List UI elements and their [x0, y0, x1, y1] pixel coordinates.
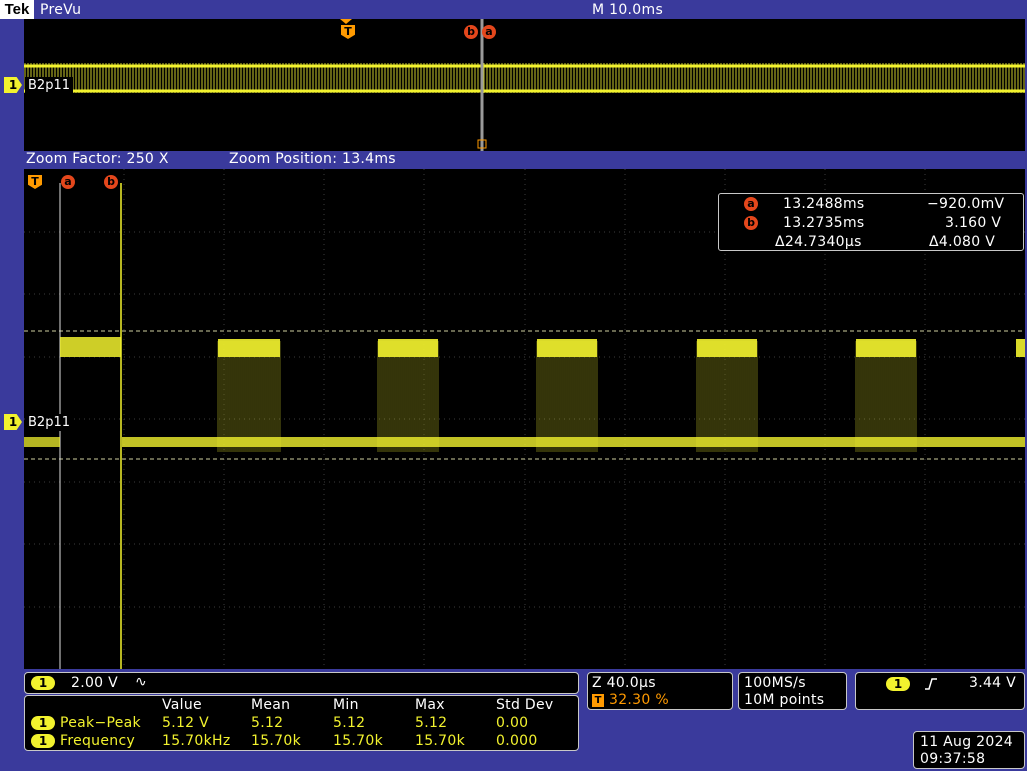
- overview-window[interactable]: T b a: [24, 19, 1025, 151]
- trigger-position-icon: T: [592, 694, 604, 707]
- baseline-segment: [24, 437, 60, 447]
- trigger-panel[interactable]: 1 3.44 V: [855, 672, 1025, 710]
- trigger-position: 32.30 %: [609, 692, 669, 708]
- channel-1-badge: 1: [31, 676, 55, 690]
- meas-row2-stddev: 0.000: [496, 733, 538, 749]
- meas-row1-min: 5.12: [333, 715, 366, 731]
- high-segment: [60, 337, 121, 357]
- datetime-panel: 11 Aug 2024 09:37:58: [913, 731, 1025, 769]
- overview-cursor-b[interactable]: b: [464, 25, 478, 39]
- overview-cursor-a[interactable]: a: [482, 25, 496, 39]
- meas-row2-value: 15.70kHz: [162, 733, 231, 749]
- top-bar: [0, 0, 1027, 19]
- meas-row1-stddev: 0.00: [496, 715, 529, 731]
- trigger-arrow-icon: [340, 19, 352, 24]
- readout-delta-value: Δ4.080 V: [929, 234, 996, 250]
- main-display[interactable]: T a b a 13.2488ms −920.0mV b 13.2735ms 3…: [24, 169, 1025, 669]
- trigger-level: 3.44 V: [969, 675, 1016, 691]
- main-channel-marker[interactable]: 1: [4, 414, 22, 430]
- channel-settings-panel[interactable]: 1 2.00 V ∿: [24, 672, 579, 694]
- date-label: 11 Aug 2024: [920, 734, 1013, 750]
- time-label: 09:37:58: [920, 751, 986, 767]
- meas-row2-max: 15.70k: [415, 733, 465, 749]
- zoom-position: Zoom Position: 13.4ms: [229, 151, 396, 167]
- trigger-source-badge: 1: [886, 677, 910, 691]
- tek-logo: Tek: [0, 0, 34, 19]
- readout-b-time: 13.2735ms: [783, 215, 865, 231]
- readout-b-value: 3.160 V: [945, 215, 1002, 231]
- meas-header-value: Value: [162, 697, 202, 713]
- horizontal-panel[interactable]: Z 40.0µs T 32.30 %: [587, 672, 733, 710]
- meas-row1-channel: 1: [31, 716, 55, 730]
- meas-row2-mean: 15.70k: [251, 733, 301, 749]
- record-length: 10M points: [744, 692, 825, 708]
- overview-channel-label: B2p11: [25, 77, 73, 94]
- meas-row2-name: Frequency: [60, 733, 136, 749]
- zoom-scale: Z 40.0µs: [592, 675, 656, 691]
- meas-row1-value: 5.12 V: [162, 715, 209, 731]
- cursor-readout: a 13.2488ms −920.0mV b 13.2735ms 3.160 V…: [718, 193, 1024, 251]
- meas-header-mean: Mean: [251, 697, 291, 713]
- meas-row2-min: 15.70k: [333, 733, 383, 749]
- overview-channel-marker[interactable]: 1: [4, 77, 22, 93]
- baseline-segment: [122, 437, 1025, 447]
- channel-scale: 2.00 V: [71, 675, 118, 691]
- mode-label: PreVu: [40, 2, 82, 18]
- readout-a-time: 13.2488ms: [783, 196, 865, 212]
- readout-cursor-a-icon: a: [744, 197, 758, 211]
- coupling-icon: ∿: [135, 674, 148, 690]
- timebase-label: M 10.0ms: [592, 2, 664, 18]
- acquisition-panel[interactable]: 100MS/s 10M points: [738, 672, 847, 710]
- readout-a-value: −920.0mV: [927, 196, 1005, 212]
- rising-edge-icon: [925, 678, 937, 690]
- main-cursor-b[interactable]: b: [104, 175, 118, 189]
- main-cursor-a[interactable]: a: [61, 175, 75, 189]
- meas-row2-channel: 1: [31, 734, 55, 748]
- meas-row1-max: 5.12: [415, 715, 448, 731]
- sample-rate: 100MS/s: [744, 675, 806, 691]
- meas-header-stddev: Std Dev: [496, 697, 554, 713]
- overview-trace: [24, 19, 1025, 151]
- zoom-factor: Zoom Factor: 250 X: [26, 151, 169, 167]
- burst-top: [218, 339, 280, 357]
- burst-top: [1016, 339, 1025, 357]
- meas-row1-name: Peak−Peak: [60, 715, 141, 731]
- readout-cursor-b-icon: b: [744, 216, 758, 230]
- measurements-panel[interactable]: Value Mean Min Max Std Dev 1 Peak−Peak 5…: [24, 695, 579, 751]
- meas-header-max: Max: [415, 697, 445, 713]
- meas-header-min: Min: [333, 697, 359, 713]
- meas-row1-mean: 5.12: [251, 715, 284, 731]
- main-channel-label: B2p11: [25, 414, 73, 431]
- readout-delta-time: Δ24.7340µs: [775, 234, 862, 250]
